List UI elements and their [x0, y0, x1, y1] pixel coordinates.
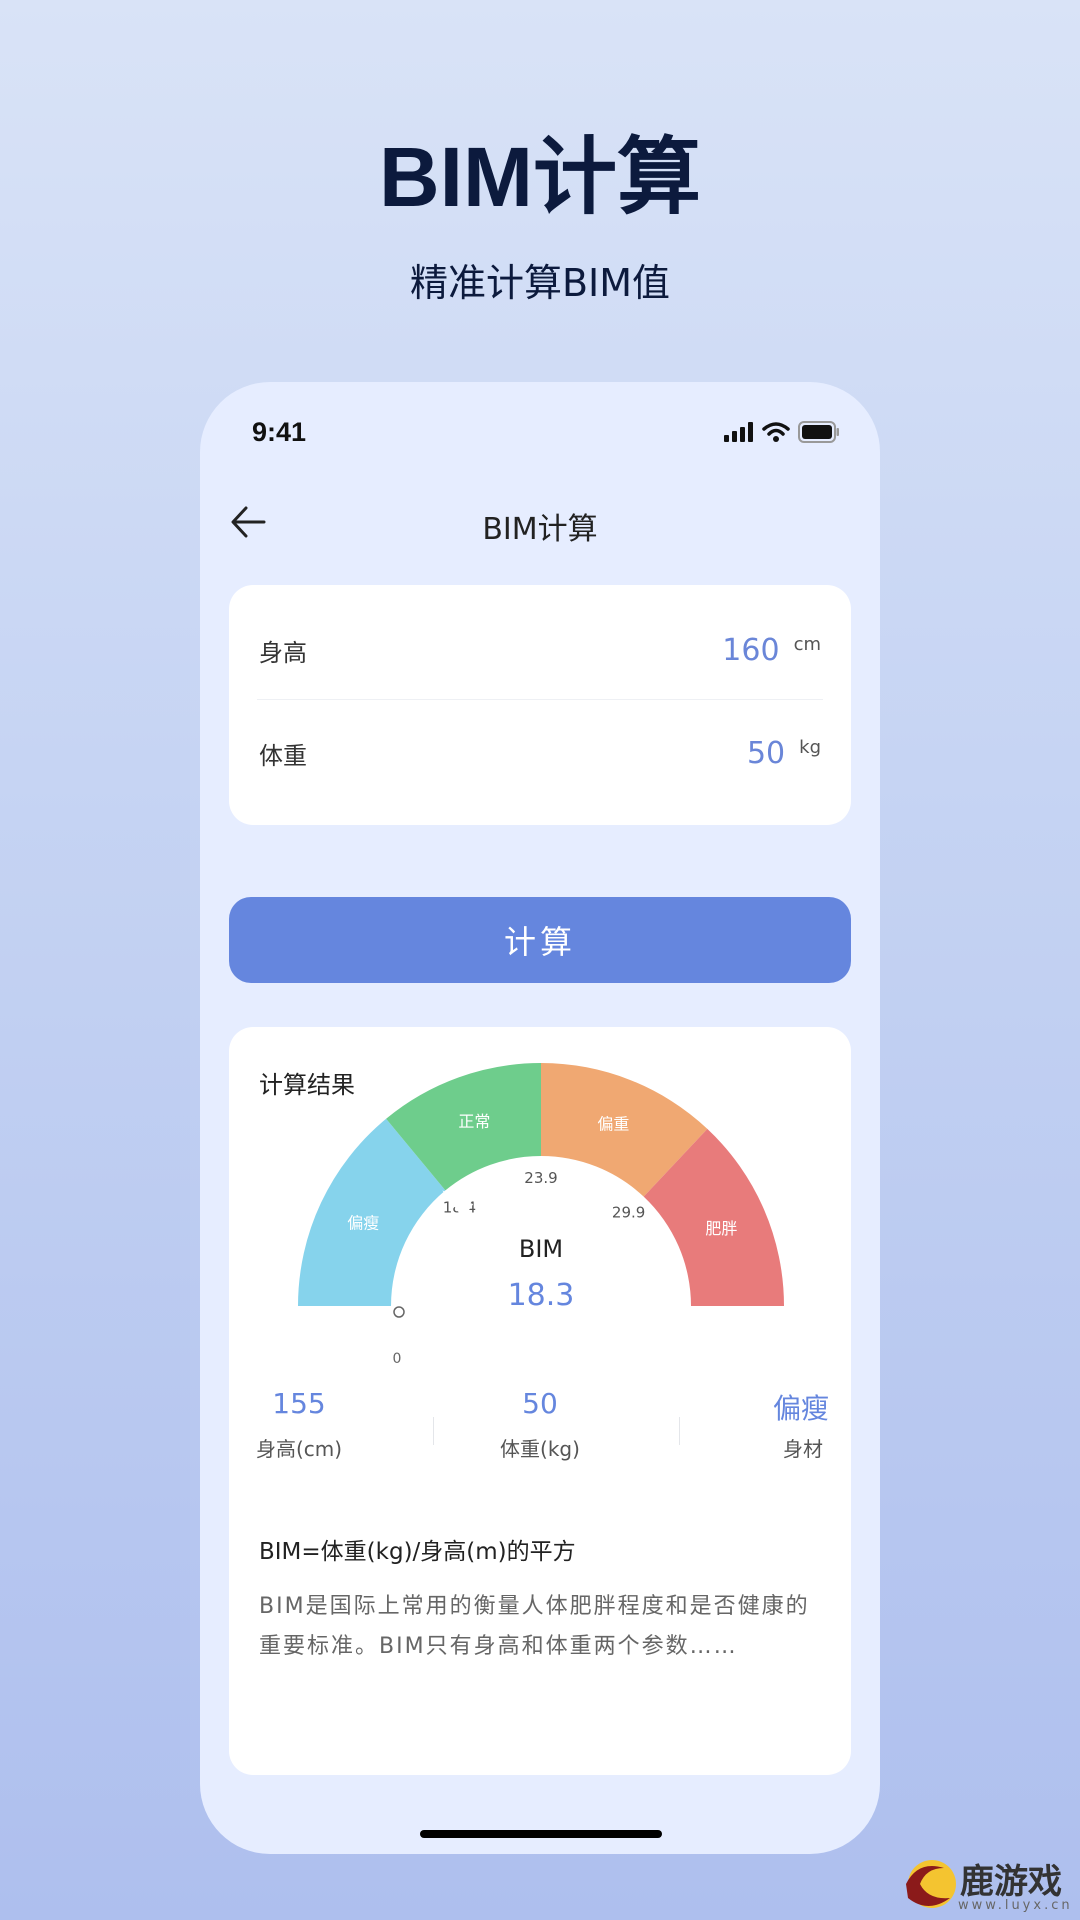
bmi-formula: BIM=体重(kg)/身高(m)的平方 [259, 1539, 576, 1565]
gauge-origin-marker [393, 1306, 405, 1318]
input-card: 身高 160 cm 体重 50 kg [229, 585, 851, 825]
home-indicator[interactable] [420, 1830, 662, 1838]
height-input[interactable]: 160 [722, 633, 779, 668]
gauge-center-label: BIM [519, 1235, 563, 1263]
page-title: BIM计算 [482, 512, 598, 547]
gauge-segment-label: 偏瘦 [347, 1213, 379, 1232]
gauge-value: 18.3 [508, 1278, 575, 1313]
height-unit: cm [793, 633, 821, 655]
hero-title: BIM计算 [379, 130, 701, 224]
signal-icon [724, 422, 753, 442]
stats-row: 155 身高(cm) 50 体重(kg) 偏瘦 身材 [229, 1387, 851, 1477]
divider [257, 699, 823, 700]
phone-frame: 9:41 BIM计算 身高 160cm 体重 50kg 计算 计算结果 偏瘦18… [200, 382, 880, 1854]
gauge-threshold-label: 23.9 [524, 1169, 557, 1187]
gauge-segment-label: 偏重 [597, 1114, 629, 1133]
deer-logo-icon [906, 1860, 956, 1908]
weight-unit: kg [799, 736, 821, 758]
bmi-gauge: 偏瘦18.4正常23.9偏重29.9肥胖 BIM 18.3 0 [298, 1063, 784, 1367]
gauge-threshold-label: 29.9 [612, 1204, 645, 1222]
hero-subtitle: 精准计算BIM值 [409, 261, 671, 305]
divider [679, 1417, 680, 1445]
weight-input[interactable]: 50 [747, 736, 785, 771]
stat-height: 155 身高(cm) [255, 1387, 343, 1461]
bmi-description: BIM是国际上常用的衡量人体肥胖程度和是否健康的重要标准。BIM只有身高和体重两… [259, 1594, 810, 1659]
stat-weight: 50 体重(kg) [500, 1387, 580, 1461]
height-row[interactable]: 身高 160 cm [259, 600, 821, 700]
status-bar: 9:41 [252, 412, 840, 452]
height-label: 身高 [259, 638, 307, 667]
status-time: 9:41 [252, 416, 307, 447]
nav-bar: BIM计算 [200, 482, 880, 582]
gauge-min-label: 0 [393, 1351, 402, 1367]
gauge-segment-label: 正常 [458, 1112, 490, 1131]
result-card: 计算结果 偏瘦18.4正常23.9偏重29.9肥胖 BIM 18.3 0 155… [229, 1027, 851, 1775]
watermark: 鹿游戏 www.luyx.cn [898, 1848, 1080, 1920]
weight-label: 体重 [259, 741, 307, 770]
calculate-button[interactable]: 计算 [229, 897, 851, 983]
weight-row[interactable]: 体重 50 kg [259, 703, 821, 803]
wifi-icon [762, 422, 790, 442]
stat-body-type: 偏瘦 身材 [772, 1392, 829, 1461]
gauge-segment-label: 肥胖 [705, 1219, 737, 1238]
battery-icon [798, 421, 839, 443]
divider [433, 1417, 434, 1445]
